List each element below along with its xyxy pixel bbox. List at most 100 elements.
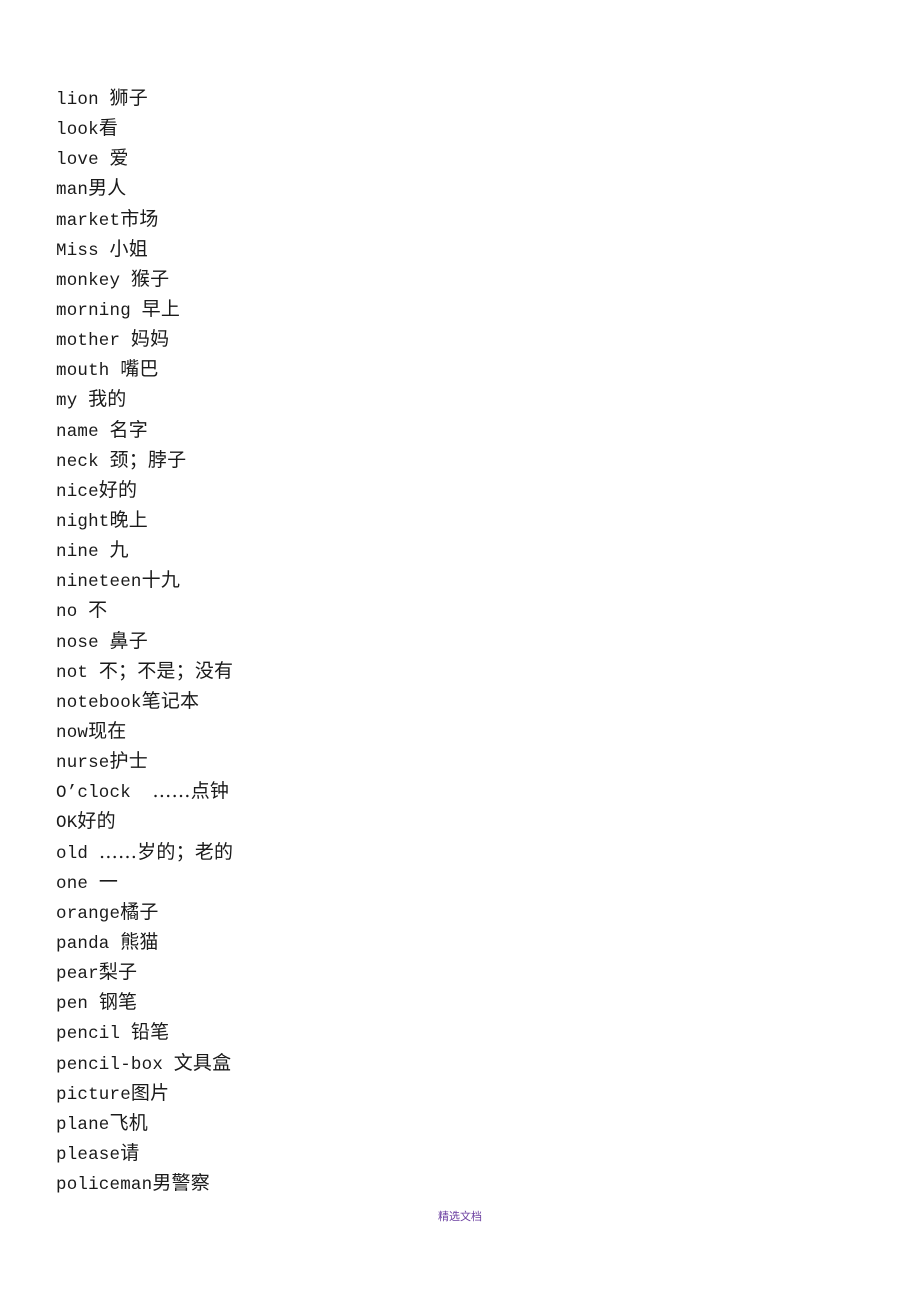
- chinese-translation: 铅笔: [130, 1021, 170, 1044]
- english-word: lion: [56, 90, 99, 110]
- chinese-translation: 鼻子: [109, 629, 148, 652]
- chinese-translation: 护士: [109, 750, 148, 773]
- chinese-translation: 小姐: [109, 237, 148, 260]
- chinese-translation: 好的: [77, 810, 116, 833]
- word-separator: [120, 331, 131, 351]
- vocabulary-entry: now现在: [56, 716, 233, 746]
- vocabulary-entry: not 不；不是；没有: [56, 656, 233, 686]
- vocabulary-entry: pear梨子: [56, 957, 233, 987]
- chinese-translation: 早上: [141, 297, 181, 320]
- english-word: nose: [56, 632, 99, 653]
- vocabulary-entry: night晚上: [56, 505, 233, 535]
- word-separator: [77, 391, 88, 411]
- chinese-translation: 不；不是；没有: [98, 659, 234, 682]
- chinese-translation: 我的: [88, 388, 127, 411]
- english-word: no: [56, 602, 78, 623]
- chinese-translation: 不: [88, 599, 108, 622]
- chinese-translation: 请: [120, 1141, 140, 1164]
- chinese-translation: 看: [98, 117, 119, 140]
- vocabulary-entry: monkey 猴子: [56, 264, 233, 294]
- english-word: Miss: [56, 240, 99, 261]
- english-word: market: [56, 210, 121, 231]
- english-word: notebook: [56, 692, 142, 713]
- english-word: nurse: [56, 753, 110, 774]
- word-separator: [110, 361, 121, 381]
- chinese-translation: 妈妈: [130, 328, 170, 351]
- english-word: pear: [56, 964, 99, 985]
- page-footer: 精选文档: [438, 1210, 482, 1223]
- chinese-translation: 晚上: [109, 508, 148, 531]
- word-separator: [110, 934, 121, 954]
- word-separator: [99, 241, 110, 261]
- english-word: nineteen: [56, 572, 142, 593]
- english-word: please: [56, 1144, 121, 1165]
- vocabulary-entry: picture图片: [56, 1078, 233, 1108]
- vocabulary-entry: no 不: [56, 595, 233, 625]
- chinese-translation: 猴子: [130, 267, 170, 290]
- chinese-translation: 熊猫: [120, 930, 159, 953]
- vocabulary-entry: Miss 小姐: [56, 234, 233, 264]
- english-word: policeman: [56, 1175, 153, 1196]
- vocabulary-entry: neck 颈；脖子: [56, 445, 233, 475]
- english-word: monkey: [56, 270, 121, 291]
- chinese-translation: 名字: [109, 418, 148, 441]
- word-separator: [131, 301, 142, 321]
- english-word: name: [56, 421, 99, 442]
- english-word: orange: [56, 903, 121, 924]
- english-word: picture: [56, 1084, 131, 1105]
- chinese-translation: 飞机: [109, 1111, 148, 1134]
- chinese-translation: 图片: [130, 1081, 170, 1104]
- vocabulary-entry: morning 早上: [56, 294, 233, 324]
- english-word: now: [56, 722, 89, 743]
- english-word: OK: [56, 813, 78, 834]
- english-word: mouth: [56, 361, 110, 382]
- chinese-translation: 男人: [88, 177, 127, 200]
- word-separator: [99, 90, 110, 110]
- word-separator: [163, 1055, 174, 1075]
- english-word: one: [56, 873, 89, 894]
- chinese-translation: 一: [98, 870, 119, 893]
- chinese-translation: ……点钟: [152, 780, 230, 803]
- chinese-translation: ……岁的；老的: [98, 840, 234, 863]
- vocabulary-entry: please请: [56, 1138, 233, 1168]
- vocabulary-entry: one 一: [56, 867, 233, 897]
- vocabulary-entry: market市场: [56, 204, 233, 234]
- word-separator: [120, 271, 131, 291]
- vocabulary-entry: nice好的: [56, 475, 233, 505]
- chinese-translation: 爱: [109, 147, 129, 170]
- vocabulary-entry: pen 钢笔: [56, 987, 233, 1017]
- word-separator: [88, 874, 99, 894]
- word-separator: [88, 994, 99, 1014]
- english-word: love: [56, 150, 99, 171]
- english-word: mother: [56, 331, 121, 352]
- english-word: night: [56, 511, 110, 532]
- chinese-translation: 颈；脖子: [109, 448, 187, 471]
- chinese-translation: 橘子: [120, 900, 159, 923]
- vocabulary-entry: mother 妈妈: [56, 324, 233, 354]
- document-page: lion 狮子 look看 love 爱 man男人 market市场 Miss 小姐 mo…: [0, 0, 920, 1302]
- vocabulary-entry: love 爱: [56, 143, 233, 173]
- chinese-translation: 市场: [120, 207, 159, 230]
- chinese-translation: 现在: [88, 719, 127, 742]
- vocabulary-entry: notebook笔记本: [56, 686, 233, 716]
- vocabulary-list: lion 狮子 look看 love 爱 man男人 market市场 Miss 小姐 mo…: [56, 83, 233, 1198]
- vocabulary-entry: OK好的: [56, 806, 233, 836]
- english-word: nine: [56, 542, 99, 563]
- english-word: plane: [56, 1114, 110, 1135]
- word-separator: [99, 542, 110, 562]
- chinese-translation: 嘴巴: [120, 358, 159, 381]
- word-separator: [99, 633, 110, 653]
- english-word: not: [56, 662, 89, 683]
- word-separator: [99, 150, 110, 170]
- chinese-translation: 钢笔: [98, 991, 138, 1014]
- chinese-translation: 好的: [98, 478, 138, 501]
- english-word: morning: [56, 300, 131, 321]
- chinese-translation: 狮子: [109, 87, 148, 109]
- chinese-translation: 九: [109, 539, 129, 562]
- vocabulary-entry: nose 鼻子: [56, 626, 233, 656]
- english-word: old: [56, 843, 89, 864]
- vocabulary-entry: lion 狮子: [56, 83, 233, 113]
- chinese-translation: 笔记本: [141, 689, 200, 712]
- vocabulary-entry: my 我的: [56, 384, 233, 414]
- vocabulary-entry: mouth 嘴巴: [56, 354, 233, 384]
